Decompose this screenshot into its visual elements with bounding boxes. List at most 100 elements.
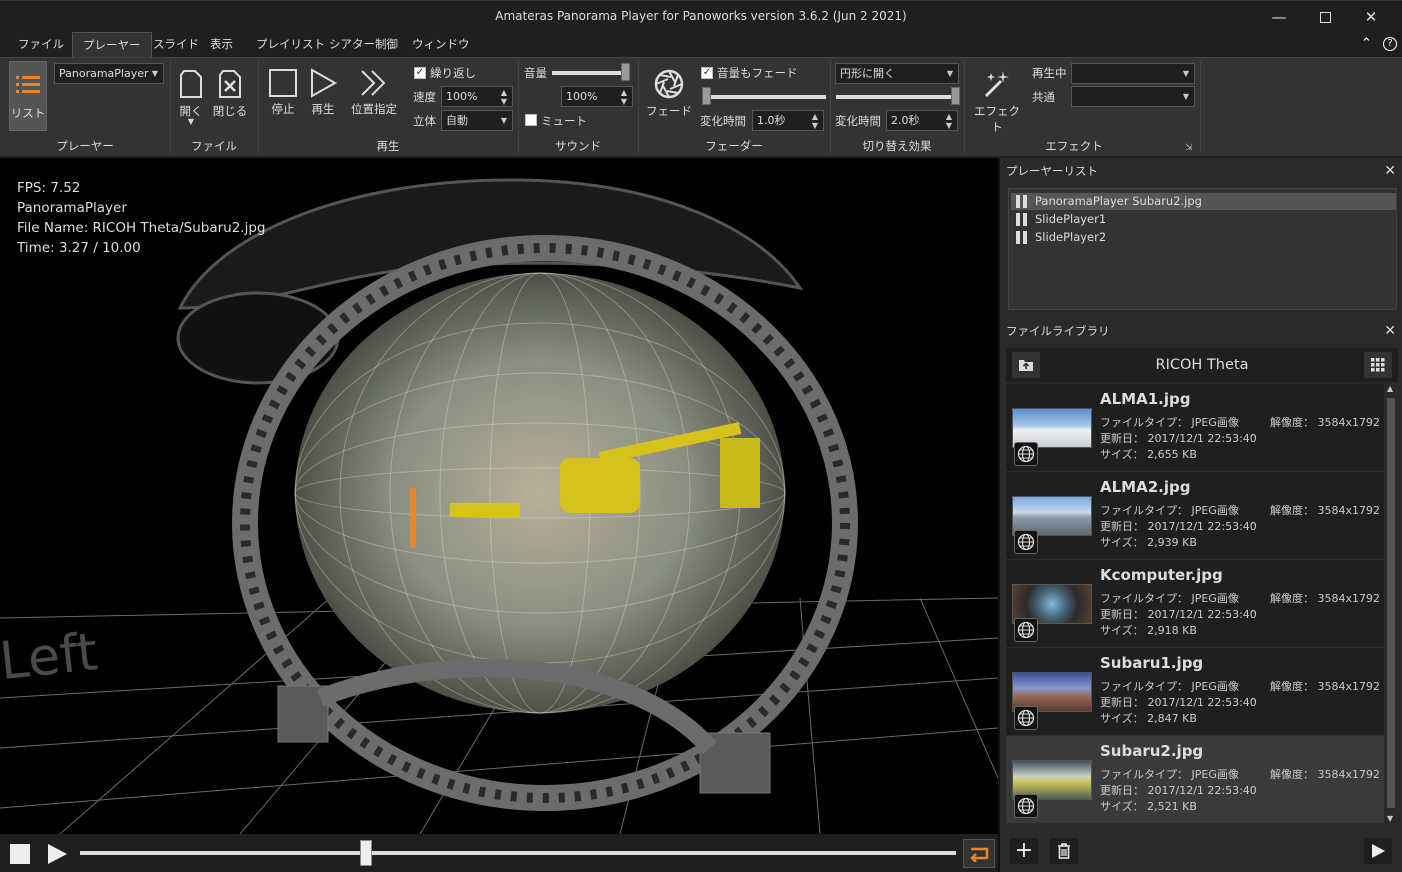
collapse-ribbon-icon[interactable]: ⌃ [1361,36,1372,51]
play-file-button[interactable] [1364,838,1392,864]
transition-slider[interactable] [836,95,960,99]
stop-button[interactable]: 停止 [266,68,300,117]
group-label-effect: エフェクト [1045,139,1103,153]
fade-label: フェード [646,104,692,118]
file-type: JPEG画像 [1191,680,1239,693]
play-icon[interactable] [45,842,69,866]
stereo-select[interactable]: 自動 ▼ [441,110,513,131]
file-name: Kcomputer.jpg [1100,566,1223,584]
file-date: 2017/12/1 22:53:40 [1147,696,1257,709]
seek-thumb[interactable] [360,840,373,866]
player-list-item-label: PanoramaPlayer Subaru2.jpg [1035,194,1202,208]
seek-track[interactable] [80,851,956,855]
scroll-up-icon[interactable]: ▲ [1387,384,1393,393]
fade-duration-label: 変化時間 [700,114,746,128]
fade-duration-spinner[interactable]: 1.0秒 ▲ ▼ [752,110,824,131]
file-type: JPEG画像 [1191,768,1239,781]
pause-icon [1016,195,1028,208]
speed-label: 速度 [413,90,436,104]
maximize-icon [1319,11,1331,23]
file-library-title: ファイルライブラリ [1006,324,1110,338]
menu-theater[interactable]: シアター制御 [319,32,408,57]
speed-spinner[interactable]: 100% ▲ ▼ [441,86,513,107]
close-file-label: 閉じる [212,104,248,118]
help-icon[interactable]: ? [1383,37,1397,51]
close-file-button[interactable]: 閉じる [212,68,248,119]
open-button[interactable]: 開く ▼ [175,68,207,126]
pause-icon [1016,231,1028,244]
player-select[interactable]: PanoramaPlayer ▼ [54,63,164,84]
file-resolution: 3584x1792 [1317,680,1381,693]
stop-icon[interactable] [10,844,30,864]
play-button[interactable]: 再生 [306,68,340,117]
library-folder-bar: RICOH Theta [1006,348,1398,382]
volume-slider[interactable] [552,71,630,75]
player-list-item[interactable]: PanoramaPlayer Subaru2.jpg [1011,193,1396,210]
file-type: JPEG画像 [1191,504,1239,517]
library-item[interactable]: Kcomputer.jpg ファイルタイプ： JPEG画像 更新日： 2017/… [1006,560,1384,648]
window-title: Amateras Panorama Player for Panoworks v… [495,9,907,23]
maximize-button[interactable] [1302,1,1348,33]
globe-icon [1014,442,1038,466]
close-icon[interactable]: ✕ [1384,158,1396,184]
close-icon[interactable]: ✕ [1384,318,1396,344]
library-item-selected[interactable]: Subaru2.jpg ファイルタイプ： JPEG画像 更新日： 2017/12… [1006,736,1384,824]
file-res-label: 解像度： [1270,592,1314,605]
add-file-button[interactable]: + [1010,838,1038,864]
floor-label: Left [0,622,101,692]
library-folder-name: RICOH Theta [1155,357,1249,373]
dialog-launcher-icon[interactable]: ⇲ [1185,143,1193,153]
loop-toggle-button[interactable] [963,839,995,868]
close-window-button[interactable]: ✕ [1348,1,1394,33]
transition-duration-spinner[interactable]: 2.0秒 ▲ ▼ [886,110,958,131]
menu-window[interactable]: ウィンドウ [402,32,480,57]
transition-mode-select[interactable]: 円形に開く ▼ [835,63,959,84]
library-item[interactable]: ALMA2.jpg ファイルタイプ： JPEG画像 更新日： 2017/12/1… [1006,472,1384,560]
scrollbar-thumb[interactable] [1387,398,1395,808]
library-item[interactable]: Subaru1.jpg ファイルタイプ： JPEG画像 更新日： 2017/12… [1006,648,1384,736]
file-type-label: ファイルタイプ： [1100,416,1188,429]
transition-mode-value: 円形に開く [840,67,895,80]
panorama-viewport[interactable]: Left FPS: 7.52 PanoramaPlayer File Name:… [0,158,998,834]
globe-icon [1014,618,1038,642]
minimize-icon: — [1271,8,1287,26]
volume-spinner[interactable]: 100% ▲ ▼ [561,86,633,107]
ribbon: リスト PanoramaPlayer ▼ プレーヤー 開く ▼ 閉じる ファイル … [0,57,1402,157]
library-scrollbar[interactable]: ▲ ▼ [1385,384,1397,826]
player-list-item[interactable]: SlidePlayer2 [1011,229,1396,246]
file-resolution: 3584x1792 [1317,504,1381,517]
chevron-down-icon: ▼ [1182,69,1189,78]
mute-checkbox[interactable] [525,114,537,126]
seek-button[interactable]: 位置指定 [346,68,402,117]
file-size-label: サイズ： [1100,536,1144,549]
spinner-icon: ▲ ▼ [945,112,952,130]
playing-effect-select[interactable]: ▼ [1071,63,1195,84]
menu-file[interactable]: ファイル [8,32,74,57]
minimize-button[interactable]: — [1256,1,1302,33]
library-item[interactable]: ALMA1.jpg ファイルタイプ： JPEG画像 更新日： 2017/12/1… [1006,384,1384,472]
seek-label: 位置指定 [351,102,397,116]
fader-slider-thumb[interactable] [702,87,711,105]
fade-volume-checkbox[interactable]: ✓ [701,67,713,79]
fader-slider[interactable] [702,95,826,99]
file-res-label: 解像度： [1270,680,1314,693]
loop-checkbox[interactable]: ✓ [414,67,426,79]
effect-button[interactable]: エフェクト [972,68,1022,135]
menu-bar: ファイル プレーヤー スライド 表示 プレイリスト シアター制御 ウィンドウ ⌃… [0,32,1402,58]
grid-view-button[interactable] [1364,352,1392,378]
transition-slider-thumb[interactable] [951,87,960,105]
delete-file-button[interactable] [1050,838,1078,864]
list-button[interactable]: リスト [9,61,47,131]
player-list-item[interactable]: SlidePlayer1 [1011,211,1396,228]
fade-button[interactable]: フェード [646,68,692,119]
menu-player[interactable]: プレーヤー [72,32,152,58]
fade-duration-value: 1.0秒 [757,114,786,127]
file-res-label: 解像度： [1270,504,1314,517]
volume-slider-thumb[interactable] [621,63,630,81]
file-open-icon [180,70,202,98]
scroll-down-icon[interactable]: ▼ [1387,814,1393,823]
menu-view[interactable]: 表示 [200,32,243,57]
common-effect-select[interactable]: ▼ [1071,86,1195,107]
speed-value: 100% [446,90,478,103]
volume-value: 100% [566,90,598,103]
